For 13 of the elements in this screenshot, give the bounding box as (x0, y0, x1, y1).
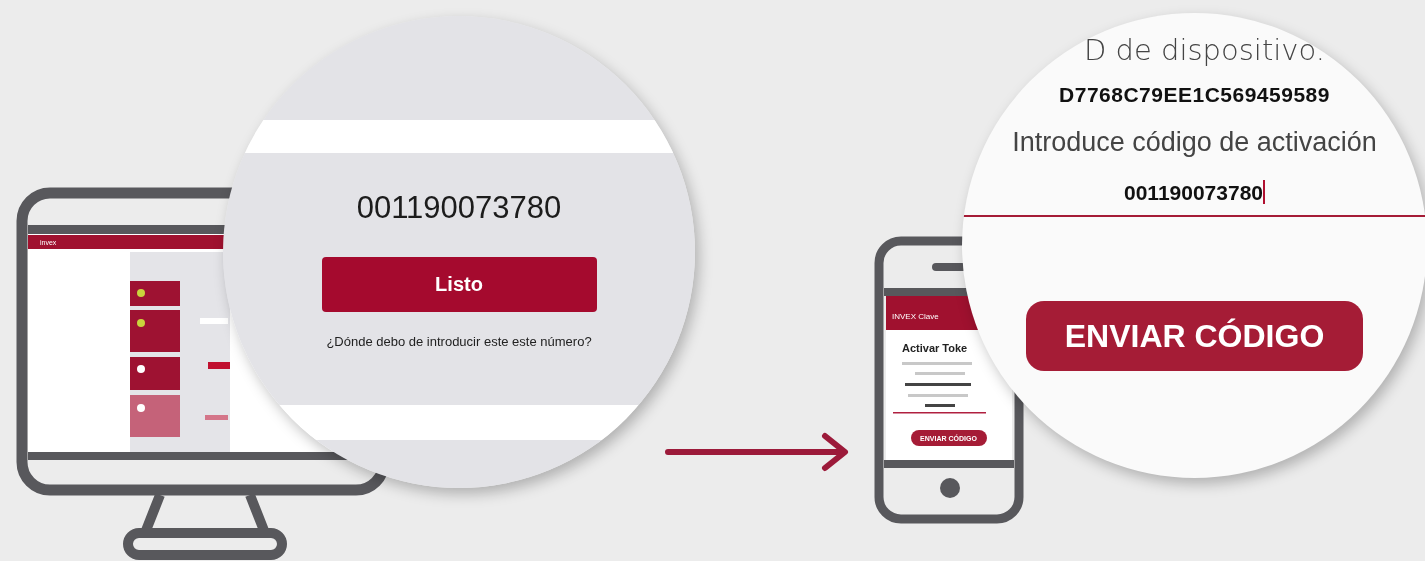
send-code-button[interactable]: ENVIAR CÓDIGO (1026, 301, 1363, 371)
activation-code-field[interactable]: 001190073780 (962, 180, 1425, 217)
code-label: Introduce código de activación (1012, 127, 1377, 158)
send-code-button[interactable] (911, 430, 987, 446)
arrow-icon (665, 433, 848, 471)
activation-code: 001190073780 (356, 189, 562, 227)
device-id-label: D de dispositivo. (1084, 32, 1325, 69)
text-cursor-icon (1263, 180, 1265, 204)
help-link[interactable]: ¿Dónde debo de introducir este este número? (326, 334, 592, 349)
app-heading: Activar Toke (902, 342, 968, 354)
done-button[interactable]: Listo (321, 257, 597, 312)
app-title: INVEX Clave (892, 312, 939, 321)
device-id: D7768C79EE1C569459589 (1059, 83, 1330, 107)
